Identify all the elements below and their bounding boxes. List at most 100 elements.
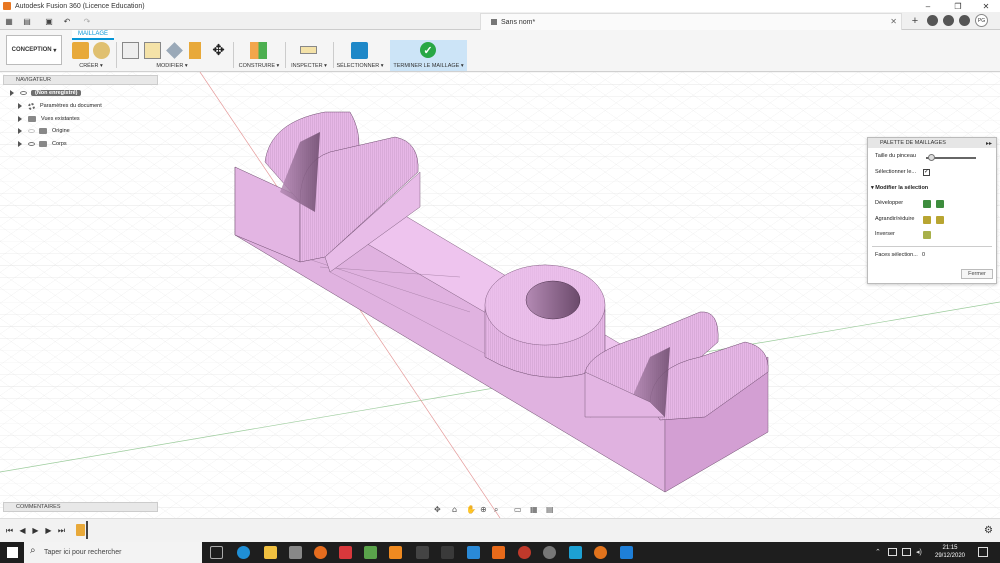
create-mesh-icon[interactable] — [72, 42, 89, 59]
save-icon[interactable]: ▣ — [44, 15, 54, 27]
navigation-bar[interactable]: ✥ ⌂ ✋ ⊕ ⌕ ▭ ▦ ▤ — [434, 504, 554, 514]
eye-icon[interactable] — [28, 129, 35, 133]
close-tab-icon[interactable]: ✕ — [890, 17, 897, 26]
edge-browser-icon[interactable] — [237, 546, 250, 559]
chevron-right-icon[interactable] — [18, 103, 22, 109]
step-forward-icon[interactable]: ▶ — [44, 526, 53, 535]
remesh-icon[interactable] — [122, 42, 139, 59]
notification-center-icon[interactable] — [978, 547, 988, 557]
construct-plane-icon[interactable] — [250, 42, 267, 59]
play-icon[interactable]: ▶ — [31, 526, 40, 535]
group-construire[interactable]: CONSTRUIRE ▾ — [238, 63, 280, 69]
group-selectionner[interactable]: SÉLECTIONNER ▾ — [336, 63, 384, 69]
app-butterfly-icon[interactable] — [492, 546, 505, 559]
palette-header[interactable]: PALETTE DE MAILLAGES ▸▸ — [868, 138, 996, 148]
chevron-right-icon[interactable] — [18, 128, 22, 134]
select-checkbox[interactable]: ✓ — [923, 169, 930, 176]
document-tab[interactable]: Sans nom* ✕ — [480, 13, 902, 30]
check-icon: ✓ — [420, 42, 436, 58]
go-to-end-icon[interactable]: ⏭ — [57, 526, 66, 535]
plane-cut-icon[interactable] — [166, 42, 183, 59]
app-green-icon[interactable] — [364, 546, 377, 559]
taskbar-clock[interactable]: 21:15 29/12/2020 — [930, 544, 970, 560]
brush-size-label: Taille du pinceau — [875, 153, 916, 159]
select-icon[interactable] — [351, 42, 368, 59]
new-tab-icon[interactable]: + — [910, 15, 920, 27]
tray-battery-icon[interactable] — [902, 548, 911, 556]
timeline-feature-icon[interactable] — [76, 524, 85, 536]
store-icon[interactable] — [289, 546, 302, 559]
app-dark-icon[interactable] — [416, 546, 429, 559]
eye-icon[interactable] — [20, 91, 27, 95]
go-to-start-icon[interactable]: ⏮ — [5, 526, 14, 535]
tray-chevron-icon[interactable]: ⌃ — [875, 548, 881, 556]
tree-item-origine[interactable]: Origine — [18, 126, 70, 136]
tree-item-vues[interactable]: Vues existantes — [18, 114, 80, 124]
fusion-taskbar-icon[interactable] — [389, 546, 402, 559]
viewport-canvas[interactable]: AVANT DROITE HAUT ✥ ⌂ ✋ ⊕ ⌕ ▭ ▦ ▤ — [0, 72, 1000, 518]
app-c-icon[interactable] — [569, 546, 582, 559]
tree-item-parametres[interactable]: Paramètres du document — [18, 101, 102, 111]
undo-icon[interactable]: ↶ — [62, 15, 72, 27]
separate-icon[interactable] — [189, 42, 201, 59]
app-triangle-icon[interactable] — [441, 546, 454, 559]
grow-icon[interactable] — [923, 216, 931, 224]
workspace-switcher[interactable]: CONCEPTION ▾ — [6, 35, 62, 65]
modify-selection-section[interactable]: ▾ Modifier la sélection — [871, 185, 928, 191]
tray-network-icon[interactable] — [888, 548, 897, 556]
app-red-icon[interactable] — [339, 546, 352, 559]
maximize-icon[interactable]: ❐ — [944, 0, 972, 12]
firefox-icon[interactable] — [314, 546, 327, 559]
insert-mesh-icon[interactable] — [93, 42, 110, 59]
app-blue-icon[interactable] — [467, 546, 480, 559]
extensions-icon[interactable] — [927, 15, 938, 26]
group-terminer: TERMINER LE MAILLAGE ▾ — [393, 63, 464, 69]
group-modifier[interactable]: MODIFIER ▾ — [150, 63, 194, 69]
display-settings-icon: ▭ — [514, 505, 522, 514]
tab-maillage[interactable]: MAILLAGE — [72, 30, 114, 40]
palette-divider — [872, 246, 992, 247]
invert-icon[interactable] — [923, 231, 931, 239]
shrink-icon[interactable] — [936, 216, 944, 224]
close-palette-button[interactable]: Fermer — [961, 269, 993, 279]
close-window-icon[interactable]: ✕ — [972, 0, 1000, 12]
user-avatar[interactable]: PG — [975, 14, 988, 27]
redo-icon[interactable]: ↷ — [82, 15, 92, 27]
file-menu-icon[interactable]: ▤ — [20, 15, 34, 27]
brush-size-thumb[interactable] — [928, 154, 935, 161]
measure-icon[interactable] — [300, 46, 317, 54]
tree-root[interactable]: (Non enregistré) — [10, 88, 82, 98]
app-sphere-icon[interactable] — [518, 546, 531, 559]
reduce-icon[interactable] — [144, 42, 161, 59]
chevron-down-icon[interactable] — [10, 90, 14, 96]
minimize-icon[interactable]: – — [914, 0, 942, 12]
expand-panel-icon[interactable]: ▸▸ — [986, 140, 992, 147]
windows-start-icon[interactable] — [7, 547, 18, 558]
calculator-icon[interactable] — [620, 546, 633, 559]
app-gray-icon[interactable] — [543, 546, 556, 559]
tray-volume-icon[interactable]: ◂) — [916, 548, 922, 556]
file-explorer-icon[interactable] — [264, 546, 277, 559]
notifications-icon[interactable] — [943, 15, 954, 26]
eye-icon[interactable] — [28, 142, 35, 146]
group-inspecter[interactable]: INSPECTER ▾ — [290, 63, 328, 69]
chevron-right-icon[interactable] — [18, 116, 22, 122]
group-creer[interactable]: CRÉER ▾ — [72, 63, 110, 69]
move-icon[interactable]: ✥ — [210, 42, 227, 59]
viewports-icon: ▤ — [546, 505, 554, 514]
help-icon[interactable] — [959, 15, 970, 26]
finish-mesh-button[interactable]: ✓ TERMINER LE MAILLAGE ▾ — [390, 40, 467, 71]
taskbar-search-input[interactable]: ⌕ Taper ici pour rechercher — [24, 542, 202, 563]
navigator-panel[interactable]: NAVIGATEUR — [3, 75, 158, 85]
task-view-icon[interactable] — [210, 546, 223, 559]
comments-panel[interactable]: COMMENTAIRES — [3, 502, 158, 512]
tree-item-corps[interactable]: Corps — [18, 139, 67, 149]
apps-grid-icon[interactable]: ▦ — [4, 15, 14, 27]
app-orange-icon[interactable] — [594, 546, 607, 559]
expand-icon[interactable] — [923, 200, 931, 208]
timeline-settings-gear-icon[interactable]: ⚙ — [984, 525, 993, 536]
chevron-right-icon[interactable] — [18, 141, 22, 147]
expand-all-icon[interactable] — [936, 200, 944, 208]
timeline-marker[interactable] — [86, 521, 88, 539]
step-back-icon[interactable]: ◀ — [18, 526, 27, 535]
